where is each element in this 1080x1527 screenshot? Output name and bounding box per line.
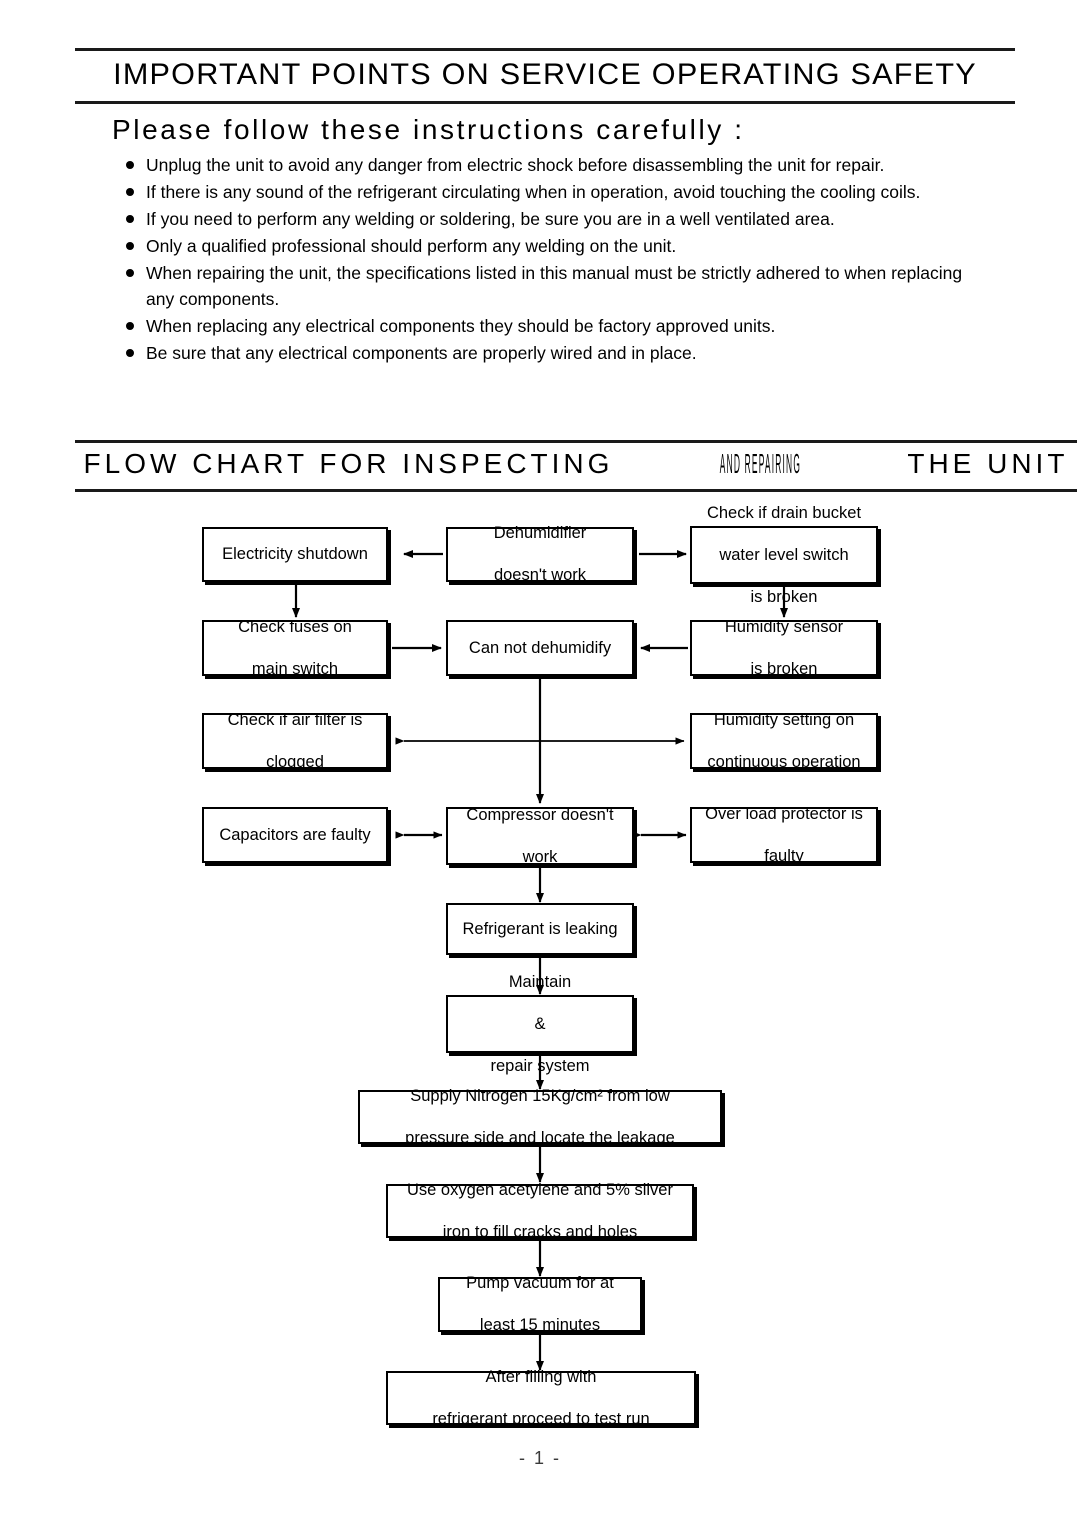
node-label-line1: Use oxygen acetylene and 5% silver xyxy=(407,1180,673,1199)
node-label-line1: Compressor doesn't xyxy=(466,805,614,824)
node-label-line2: & xyxy=(534,1014,546,1033)
node-label: Check if drain bucket water level switch… xyxy=(695,503,873,608)
node-label: Supply Nitrogen 15Kg/cm² from low pressu… xyxy=(393,1086,687,1149)
node-label-line1: Humidity sensor xyxy=(724,617,844,636)
node-electricity-shutdown[interactable]: Electricity shutdown xyxy=(202,527,388,582)
node-capacitors-faulty[interactable]: Capacitors are faulty xyxy=(202,807,388,863)
node-label: Refrigerant is leaking xyxy=(462,919,618,938)
node-check-air-filter[interactable]: Check if air filter is clogged xyxy=(202,711,388,771)
node-humidity-sensor-broken[interactable]: Humidity sensor is broken xyxy=(690,618,878,678)
node-label: Humidity setting on continuous operation xyxy=(695,710,872,773)
node-label-line2: iron to fill cracks and holes xyxy=(442,1222,638,1241)
node-label: Compressor doesn't work xyxy=(454,805,625,868)
node-label-line1: Humidity setting on xyxy=(713,710,855,729)
node-label-line1: Maintain xyxy=(508,972,572,991)
node-after-filling[interactable]: After filling with refrigerant proceed t… xyxy=(386,1368,696,1428)
node-label: Electricity shutdown xyxy=(222,545,368,563)
node-over-load-protector[interactable]: Over load protector is faulty xyxy=(690,805,878,865)
node-label-line1: Supply Nitrogen 15Kg/cm² from low xyxy=(410,1086,670,1105)
node-maintain-repair[interactable]: Maintain & repair system xyxy=(446,973,634,1075)
node-label-line1: Check fuses on xyxy=(238,617,352,636)
node-label: Check if air filter is clogged xyxy=(216,710,375,773)
node-label-line1: Dehumidifier xyxy=(493,524,587,542)
node-label-line2: doesn't work xyxy=(493,566,587,584)
node-label-line1: Check if air filter is xyxy=(227,710,363,729)
node-label-line1: Over load protector is xyxy=(705,804,863,823)
node-label: Capacitors are faulty xyxy=(219,825,371,844)
node-label-line3: repair system xyxy=(490,1056,590,1075)
node-humidity-setting[interactable]: Humidity setting on continuous operation xyxy=(690,711,878,771)
node-check-fuses[interactable]: Check fuses on main switch xyxy=(202,618,388,678)
node-label: Maintain & repair system xyxy=(478,972,601,1077)
node-refrigerant-leaking[interactable]: Refrigerant is leaking xyxy=(446,903,634,955)
node-label: After filling with refrigerant proceed t… xyxy=(420,1367,661,1430)
node-label: Over load protector is faulty xyxy=(693,804,875,867)
node-supply-nitrogen[interactable]: Supply Nitrogen 15Kg/cm² from low pressu… xyxy=(358,1087,722,1147)
node-label-line2: faulty xyxy=(764,846,804,865)
node-dehumidifier-doesnt-work[interactable]: Dehumidifier doesn't work xyxy=(446,524,634,584)
node-label-line1: Check if drain bucket xyxy=(706,503,862,522)
node-label: Check fuses on main switch xyxy=(226,617,364,680)
node-label-line2: least 15 minutes xyxy=(479,1316,601,1334)
node-label-line1: After filling with xyxy=(485,1367,597,1386)
node-label: Dehumidifier doesn't work xyxy=(482,523,599,586)
node-pump-vacuum[interactable]: Pump vacuum for at least 15 minutes xyxy=(438,1274,642,1334)
node-label-line2: work xyxy=(522,847,558,866)
node-label-line2: is broken xyxy=(750,659,818,678)
node-compressor-doesnt-work[interactable]: Compressor doesn't work xyxy=(446,805,634,868)
node-oxygen-acetylene[interactable]: Use oxygen acetylene and 5% silver iron … xyxy=(386,1181,694,1241)
node-can-not-dehumidify[interactable]: Can not dehumidify xyxy=(446,620,634,676)
node-label-line2: water level switch xyxy=(719,545,849,564)
node-label-line1: Pump vacuum for at xyxy=(466,1274,614,1292)
node-label-line2: clogged xyxy=(266,752,324,771)
node-label-line2: continuous operation xyxy=(707,752,861,771)
node-label-line3: is broken xyxy=(750,587,818,606)
node-label: Humidity sensor is broken xyxy=(713,617,855,680)
node-check-drain-bucket[interactable]: Check if drain bucket water level switch… xyxy=(690,504,878,606)
node-label: Can not dehumidify xyxy=(468,638,612,657)
node-label: Pump vacuum for at least 15 minutes xyxy=(454,1273,626,1336)
node-label-line2: main switch xyxy=(251,659,339,678)
flowchart-diagram: Electricity shutdown Dehumidifier doesn'… xyxy=(0,0,1080,1527)
node-label-line2: refrigerant proceed to test run xyxy=(432,1409,650,1428)
node-label: Use oxygen acetylene and 5% silver iron … xyxy=(395,1180,685,1243)
node-label-line2: pressure side and locate the leakage xyxy=(405,1128,675,1147)
